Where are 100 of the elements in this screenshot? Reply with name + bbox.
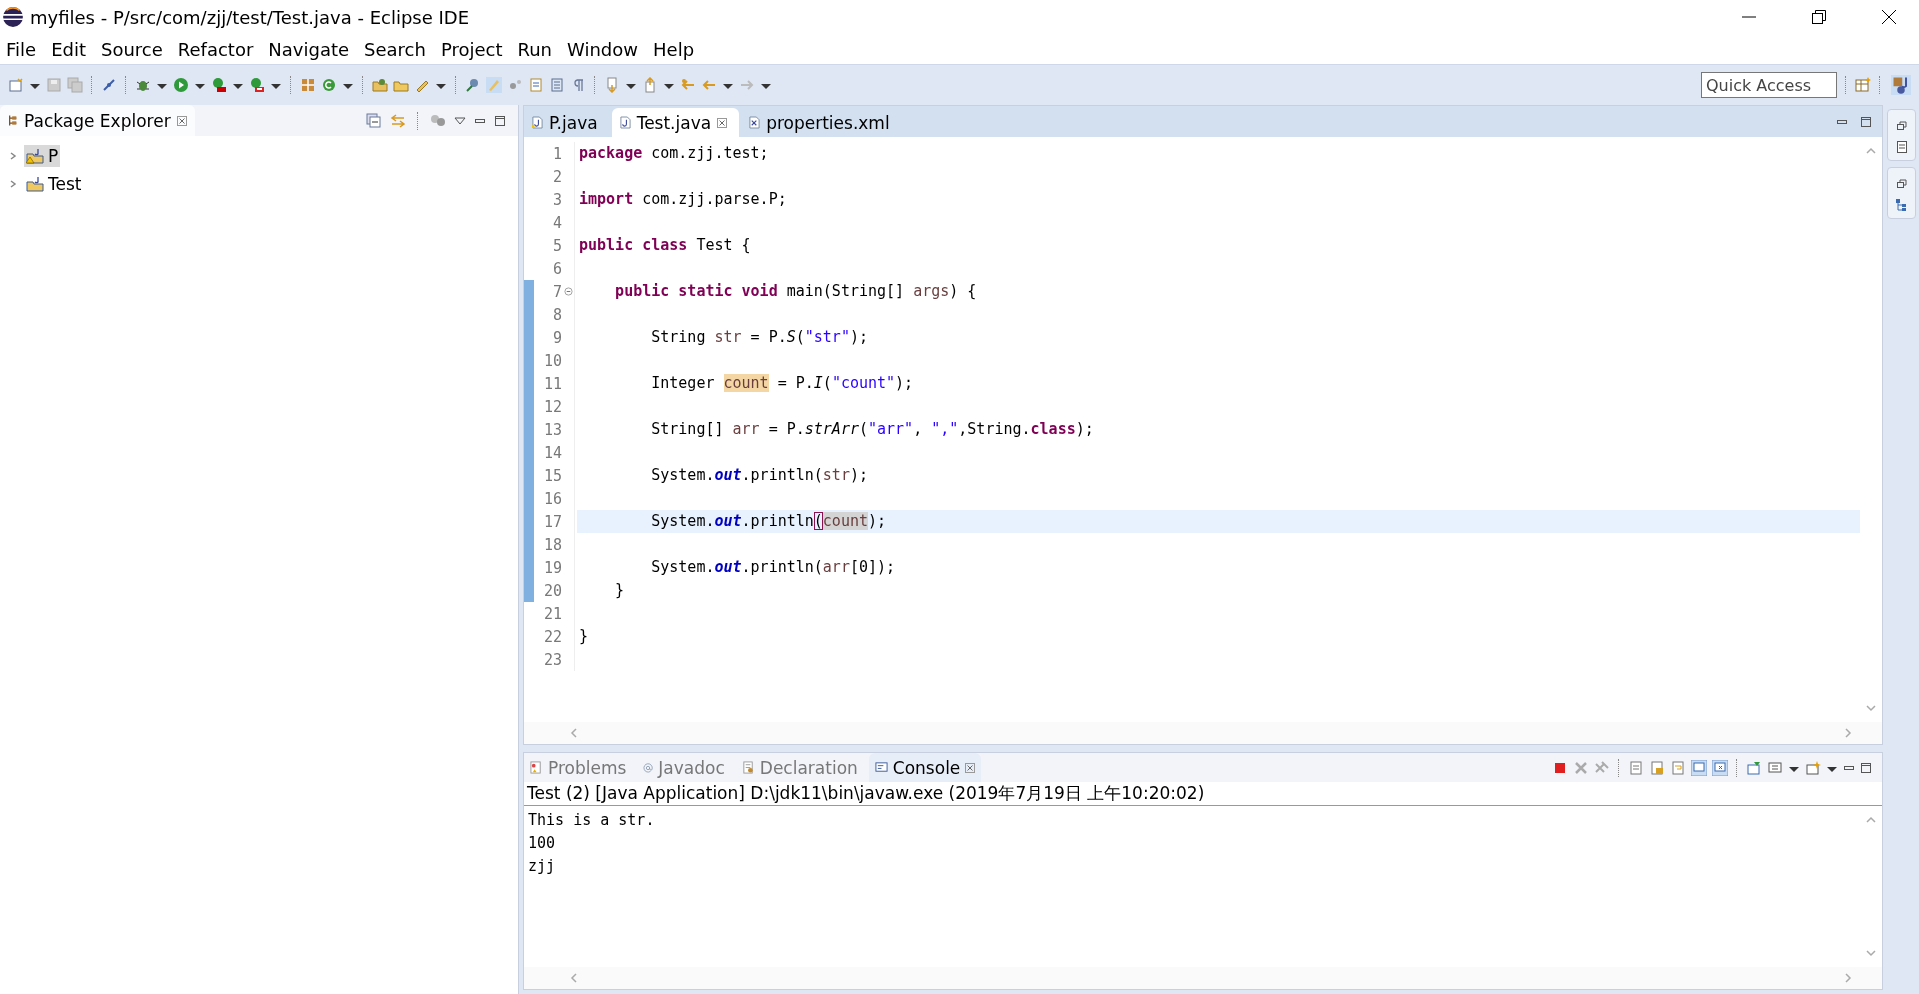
code-line: String[] arr = P.strArr("arr", ",",String.class); — [650, 419, 1095, 440]
previous-annotation-icon[interactable] — [642, 77, 658, 93]
menu-item[interactable]: Project — [440, 38, 514, 60]
line-number: 7 — [551, 282, 562, 301]
new-class-icon[interactable] — [321, 77, 337, 93]
line-number: 20 — [542, 581, 562, 600]
collapse-all-icon[interactable] — [366, 112, 382, 129]
line-number: 11 — [542, 374, 562, 393]
package-icon[interactable] — [300, 77, 316, 93]
document-icon[interactable] — [1895, 140, 1908, 154]
clear-icon[interactable] — [1628, 759, 1644, 776]
view-tab[interactable]: Javadoc — [637, 753, 731, 782]
view-tab[interactable]: Declaration — [735, 753, 864, 782]
annotation-icon[interactable] — [465, 77, 481, 93]
package-explorer-icon — [8, 114, 18, 127]
quick-access-field[interactable]: Quick Access — [1701, 72, 1837, 98]
scroll-lock-icon[interactable] — [1649, 759, 1665, 776]
menu-item[interactable]: Search — [364, 38, 437, 60]
line-number: 15 — [542, 466, 562, 485]
fold-icon[interactable] — [563, 287, 573, 296]
menu-item[interactable]: File — [6, 38, 48, 60]
restore-icon[interactable] — [1811, 9, 1827, 25]
next-annotation-icon[interactable] — [604, 77, 620, 93]
line-number: 4 — [551, 213, 562, 232]
line-number: 1 — [551, 144, 562, 163]
at-sign-icon — [643, 762, 654, 773]
line-number: 19 — [542, 558, 562, 577]
xml-file-icon — [749, 116, 761, 129]
block-icon[interactable] — [549, 77, 565, 93]
tree-item[interactable]: P — [24, 145, 61, 167]
scroll-right-icon[interactable] — [1842, 972, 1854, 984]
menu-item[interactable]: Help — [653, 38, 706, 60]
scroll-down-icon[interactable] — [1865, 947, 1877, 959]
view-menu-icon[interactable] — [454, 114, 466, 127]
line-number: 2 — [551, 167, 562, 186]
line-number: 10 — [542, 351, 562, 370]
link-editor-icon[interactable] — [390, 112, 406, 129]
menu-item[interactable]: Run — [517, 38, 564, 60]
code-line: String str = P.S("str"); — [650, 327, 869, 348]
maximize-icon[interactable] — [1860, 115, 1872, 128]
line-number: 18 — [542, 535, 562, 554]
console-header: Test (2) [Java Application] D:\jdk11\bin\javaw.exe (2019年7月19日 上午10:20:02) — [524, 782, 1882, 806]
scroll-down-icon[interactable] — [1865, 702, 1877, 714]
editor-tab[interactable]: Test.java — [611, 108, 740, 137]
run-icon[interactable] — [173, 77, 189, 93]
maximize-icon[interactable] — [494, 114, 506, 127]
show-output-icon[interactable] — [1691, 759, 1707, 776]
open-perspective-icon[interactable] — [1855, 77, 1871, 93]
word-wrap-icon[interactable] — [1670, 759, 1686, 776]
line-number: 14 — [542, 443, 562, 462]
java-perspective-icon[interactable] — [1891, 75, 1911, 95]
line-number: 16 — [542, 489, 562, 508]
code-line: } — [614, 580, 626, 601]
line-number: 9 — [551, 328, 562, 347]
new-icon[interactable] — [8, 77, 24, 93]
remove-icon[interactable] — [1573, 759, 1589, 776]
line-number: 5 — [551, 236, 562, 255]
line-number: 3 — [551, 190, 562, 209]
display-icon[interactable] — [1767, 759, 1783, 776]
view-tab[interactable]: Package Explorer — [0, 105, 195, 136]
scroll-left-icon[interactable] — [568, 727, 580, 739]
restore-icon[interactable] — [1895, 178, 1908, 190]
open-type-icon[interactable] — [372, 77, 388, 93]
line-number: 6 — [551, 259, 562, 278]
menu-item[interactable]: Refactor — [177, 38, 265, 60]
run-coverage-icon[interactable] — [211, 77, 227, 93]
expand-chevron-icon[interactable] — [8, 179, 18, 189]
line-number: 8 — [551, 305, 562, 324]
java-file-icon — [532, 116, 543, 129]
console-output-line: 100 — [528, 833, 557, 854]
restore-icon[interactable] — [1895, 120, 1908, 132]
close-icon[interactable] — [1881, 9, 1897, 25]
menu-item[interactable]: Source — [101, 38, 174, 60]
view-tab[interactable]: Console — [868, 753, 982, 782]
code-line: System.out.println(str); — [650, 465, 869, 486]
maximize-icon[interactable] — [1860, 761, 1872, 774]
outline-icon[interactable] — [1894, 198, 1909, 212]
scroll-left-icon[interactable] — [568, 972, 580, 984]
project-folder-warning-icon — [26, 148, 44, 164]
run-external-icon[interactable] — [249, 77, 265, 93]
view-tab[interactable]: Problems — [524, 753, 633, 782]
menu-item[interactable]: Window — [567, 38, 649, 60]
declaration-icon — [741, 761, 755, 774]
window-title: myfiles - P/src/com/zjj/test/Test.java - Eclipse IDE — [30, 6, 470, 28]
line-number: 23 — [542, 650, 562, 669]
expand-chevron-icon[interactable] — [8, 151, 18, 161]
code-line: } — [578, 626, 590, 647]
code-line: Integer count = P.I("count"); — [650, 373, 915, 394]
menu-item[interactable]: Navigate — [268, 38, 361, 60]
console-output-line: This is a str. — [528, 810, 656, 831]
filter-icon[interactable] — [430, 112, 446, 129]
tree-item[interactable]: Test — [24, 173, 84, 195]
code-line: System.out.println(arr[0]); — [650, 557, 897, 578]
editor-tab[interactable]: properties.xml — [741, 108, 902, 137]
menu-item[interactable]: Edit — [51, 38, 97, 60]
scroll-right-icon[interactable] — [1842, 727, 1854, 739]
open-console-icon[interactable] — [1805, 759, 1821, 776]
editor-tab[interactable]: P.java — [524, 108, 610, 137]
show-error-icon[interactable] — [1712, 759, 1728, 776]
line-number: 22 — [542, 627, 562, 646]
